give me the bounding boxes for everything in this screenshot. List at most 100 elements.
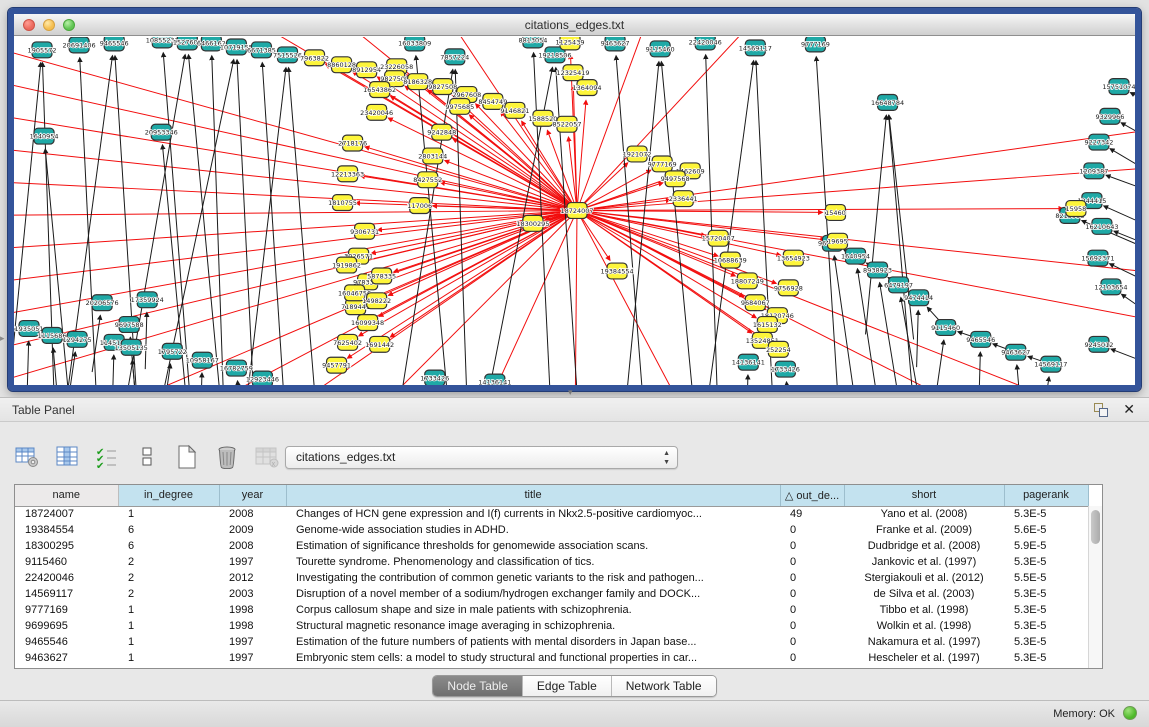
column-header[interactable]: title	[286, 485, 780, 506]
table-cell[interactable]: Dudbridge et al. (2008)	[844, 538, 1004, 554]
table-columns-icon[interactable]	[54, 444, 80, 470]
network-node[interactable]: 1691442	[365, 336, 394, 352]
table-cell[interactable]: 9777169	[15, 602, 118, 618]
table-cell[interactable]: 1997	[219, 554, 286, 570]
table-cell[interactable]: Genome-wide association studies in ADHD.	[286, 522, 780, 538]
tab-edge-table[interactable]: Edge Table	[523, 676, 612, 696]
network-node[interactable]: 9227342	[1084, 134, 1113, 150]
network-node[interactable]: 9329966	[1095, 108, 1124, 124]
network-node[interactable]: 1125439	[556, 37, 585, 50]
network-node[interactable]: 9242848	[427, 124, 456, 140]
network-node[interactable]: 13654923	[777, 250, 810, 266]
network-node[interactable]: 9115460	[931, 320, 960, 336]
table-cell[interactable]: 6	[118, 522, 219, 538]
close-icon[interactable]: ✕	[1123, 401, 1135, 418]
table-cell[interactable]: Franke et al. (2009)	[844, 522, 1004, 538]
table-cell[interactable]: 2009	[219, 522, 286, 538]
table-cell[interactable]: 5.3E-5	[1004, 602, 1088, 618]
network-node[interactable]: 9146821	[500, 102, 529, 118]
table-cell[interactable]: 2003	[219, 586, 286, 602]
table-cell[interactable]: 19384554	[15, 522, 118, 538]
delete-trash-icon[interactable]	[214, 444, 240, 470]
table-cell[interactable]: Yano et al. (2008)	[844, 506, 1004, 522]
network-node[interactable]: 1810755	[328, 195, 357, 211]
table-cell[interactable]: Estimation of significance thresholds fo…	[286, 538, 780, 554]
network-node[interactable]: 9457791	[322, 357, 351, 373]
network-node[interactable]: 16033809	[398, 37, 431, 51]
table-vertical-scrollbar[interactable]	[1088, 506, 1102, 668]
table-row[interactable]: 977716911998Corpus callosum shape and si…	[15, 602, 1088, 618]
network-node[interactable]: 14569117	[1034, 356, 1067, 372]
network-node[interactable]: 9684067	[741, 295, 770, 311]
table-cell[interactable]: 9115460	[15, 554, 118, 570]
network-node[interactable]: 15692371	[1081, 250, 1114, 266]
memory-ok-indicator-icon[interactable]	[1123, 706, 1137, 720]
network-node[interactable]: 1294275	[63, 331, 92, 347]
network-node[interactable]: 16099348	[351, 315, 384, 331]
table-cell[interactable]: 2012	[219, 570, 286, 586]
table-cell[interactable]: 1	[118, 618, 219, 634]
table-row[interactable]: 969969511998Structural magnetic resonanc…	[15, 618, 1088, 634]
table-cell[interactable]: 5.5E-5	[1004, 570, 1088, 586]
table-cell[interactable]: 1	[118, 506, 219, 522]
network-node[interactable]: 9465546	[100, 37, 129, 51]
table-row[interactable]: 2242004622012Investigating the contribut…	[15, 570, 1088, 586]
table-cell[interactable]: 5.9E-5	[1004, 538, 1088, 554]
select-checkmarks-icon[interactable]: ✔✔✔	[94, 444, 120, 470]
network-node[interactable]: 9756928	[774, 280, 803, 296]
network-node[interactable]: 23420046	[360, 104, 393, 120]
network-node[interactable]: 1919862	[332, 257, 361, 273]
table-cell[interactable]: 1997	[219, 650, 286, 666]
table-row[interactable]: 1456911722003Disruption of a novel membe…	[15, 586, 1088, 602]
network-node[interactable]: 9777169	[801, 37, 830, 52]
network-node[interactable]: 7963822	[300, 50, 329, 66]
table-cell[interactable]: 0	[780, 602, 844, 618]
table-cell[interactable]: Changes of HCN gene expression and I(f) …	[286, 506, 780, 522]
network-node[interactable]: 15751074	[1102, 79, 1135, 95]
table-cell[interactable]: 1	[118, 602, 219, 618]
network-node[interactable]: 17359924	[131, 292, 164, 308]
table-cell[interactable]: Corpus callosum shape and size in male p…	[286, 602, 780, 618]
network-node[interactable]: 8938923	[863, 262, 892, 278]
table-cell[interactable]: 2	[118, 586, 219, 602]
table-cell[interactable]: 1998	[219, 618, 286, 634]
network-node[interactable]: 5878335	[367, 268, 396, 284]
network-node[interactable]: 12923446	[246, 371, 279, 385]
network-node[interactable]: 1640954	[841, 248, 870, 264]
table-cell[interactable]: 5.6E-5	[1004, 522, 1088, 538]
table-cell[interactable]: Investigating the contribution of common…	[286, 570, 780, 586]
network-node[interactable]: 12103654	[1094, 279, 1127, 295]
network-node[interactable]: 6479197	[884, 277, 913, 293]
table-cell[interactable]: 0	[780, 570, 844, 586]
table-cell[interactable]: 0	[780, 538, 844, 554]
network-node[interactable]: 14569117	[739, 40, 772, 56]
network-table-select[interactable]: citations_edges.txt ▲▼	[285, 446, 678, 469]
network-canvas[interactable]: 1905572206914069465546108552371527602646…	[14, 37, 1135, 385]
table-cell[interactable]: 9699695	[15, 618, 118, 634]
network-node[interactable]: 9697588	[115, 317, 144, 333]
network-node[interactable]: 20206576	[86, 295, 119, 311]
network-node[interactable]: 14136141	[732, 354, 765, 370]
table-row[interactable]: 1938455462009Genome-wide association stu…	[15, 522, 1088, 538]
table-cell[interactable]: 2	[118, 570, 219, 586]
table-row[interactable]: 1872400712008Changes of HCN gene express…	[15, 506, 1088, 522]
network-node[interactable]: 2803144	[418, 148, 447, 164]
table-cell[interactable]: Embryonic stem cells: a model to study s…	[286, 650, 780, 666]
scrollbar-thumb[interactable]	[1091, 510, 1100, 544]
table-cell[interactable]: Stergiakouli et al. (2012)	[844, 570, 1004, 586]
table-row[interactable]: 946362711997Embryonic stem cells: a mode…	[15, 650, 1088, 666]
network-node[interactable]: 10688639	[714, 252, 747, 268]
column-header[interactable]: year	[219, 485, 286, 506]
network-node[interactable]: 1905572	[28, 42, 57, 58]
table-cell[interactable]: 22420046	[15, 570, 118, 586]
table-cell[interactable]: 5.3E-5	[1004, 618, 1088, 634]
network-node[interactable]: 16782759	[220, 360, 253, 376]
network-node[interactable]: 12213363	[331, 166, 364, 182]
network-node[interactable]: 19695	[827, 233, 848, 249]
table-cell[interactable]: 0	[780, 618, 844, 634]
network-node[interactable]: 1615132	[753, 317, 782, 333]
table-cell[interactable]: 5.3E-5	[1004, 634, 1088, 650]
column-header[interactable]: in_degree	[118, 485, 219, 506]
table-cell[interactable]: Tourette syndrome. Phenomenology and cla…	[286, 554, 780, 570]
network-node[interactable]: 252254	[766, 341, 791, 357]
